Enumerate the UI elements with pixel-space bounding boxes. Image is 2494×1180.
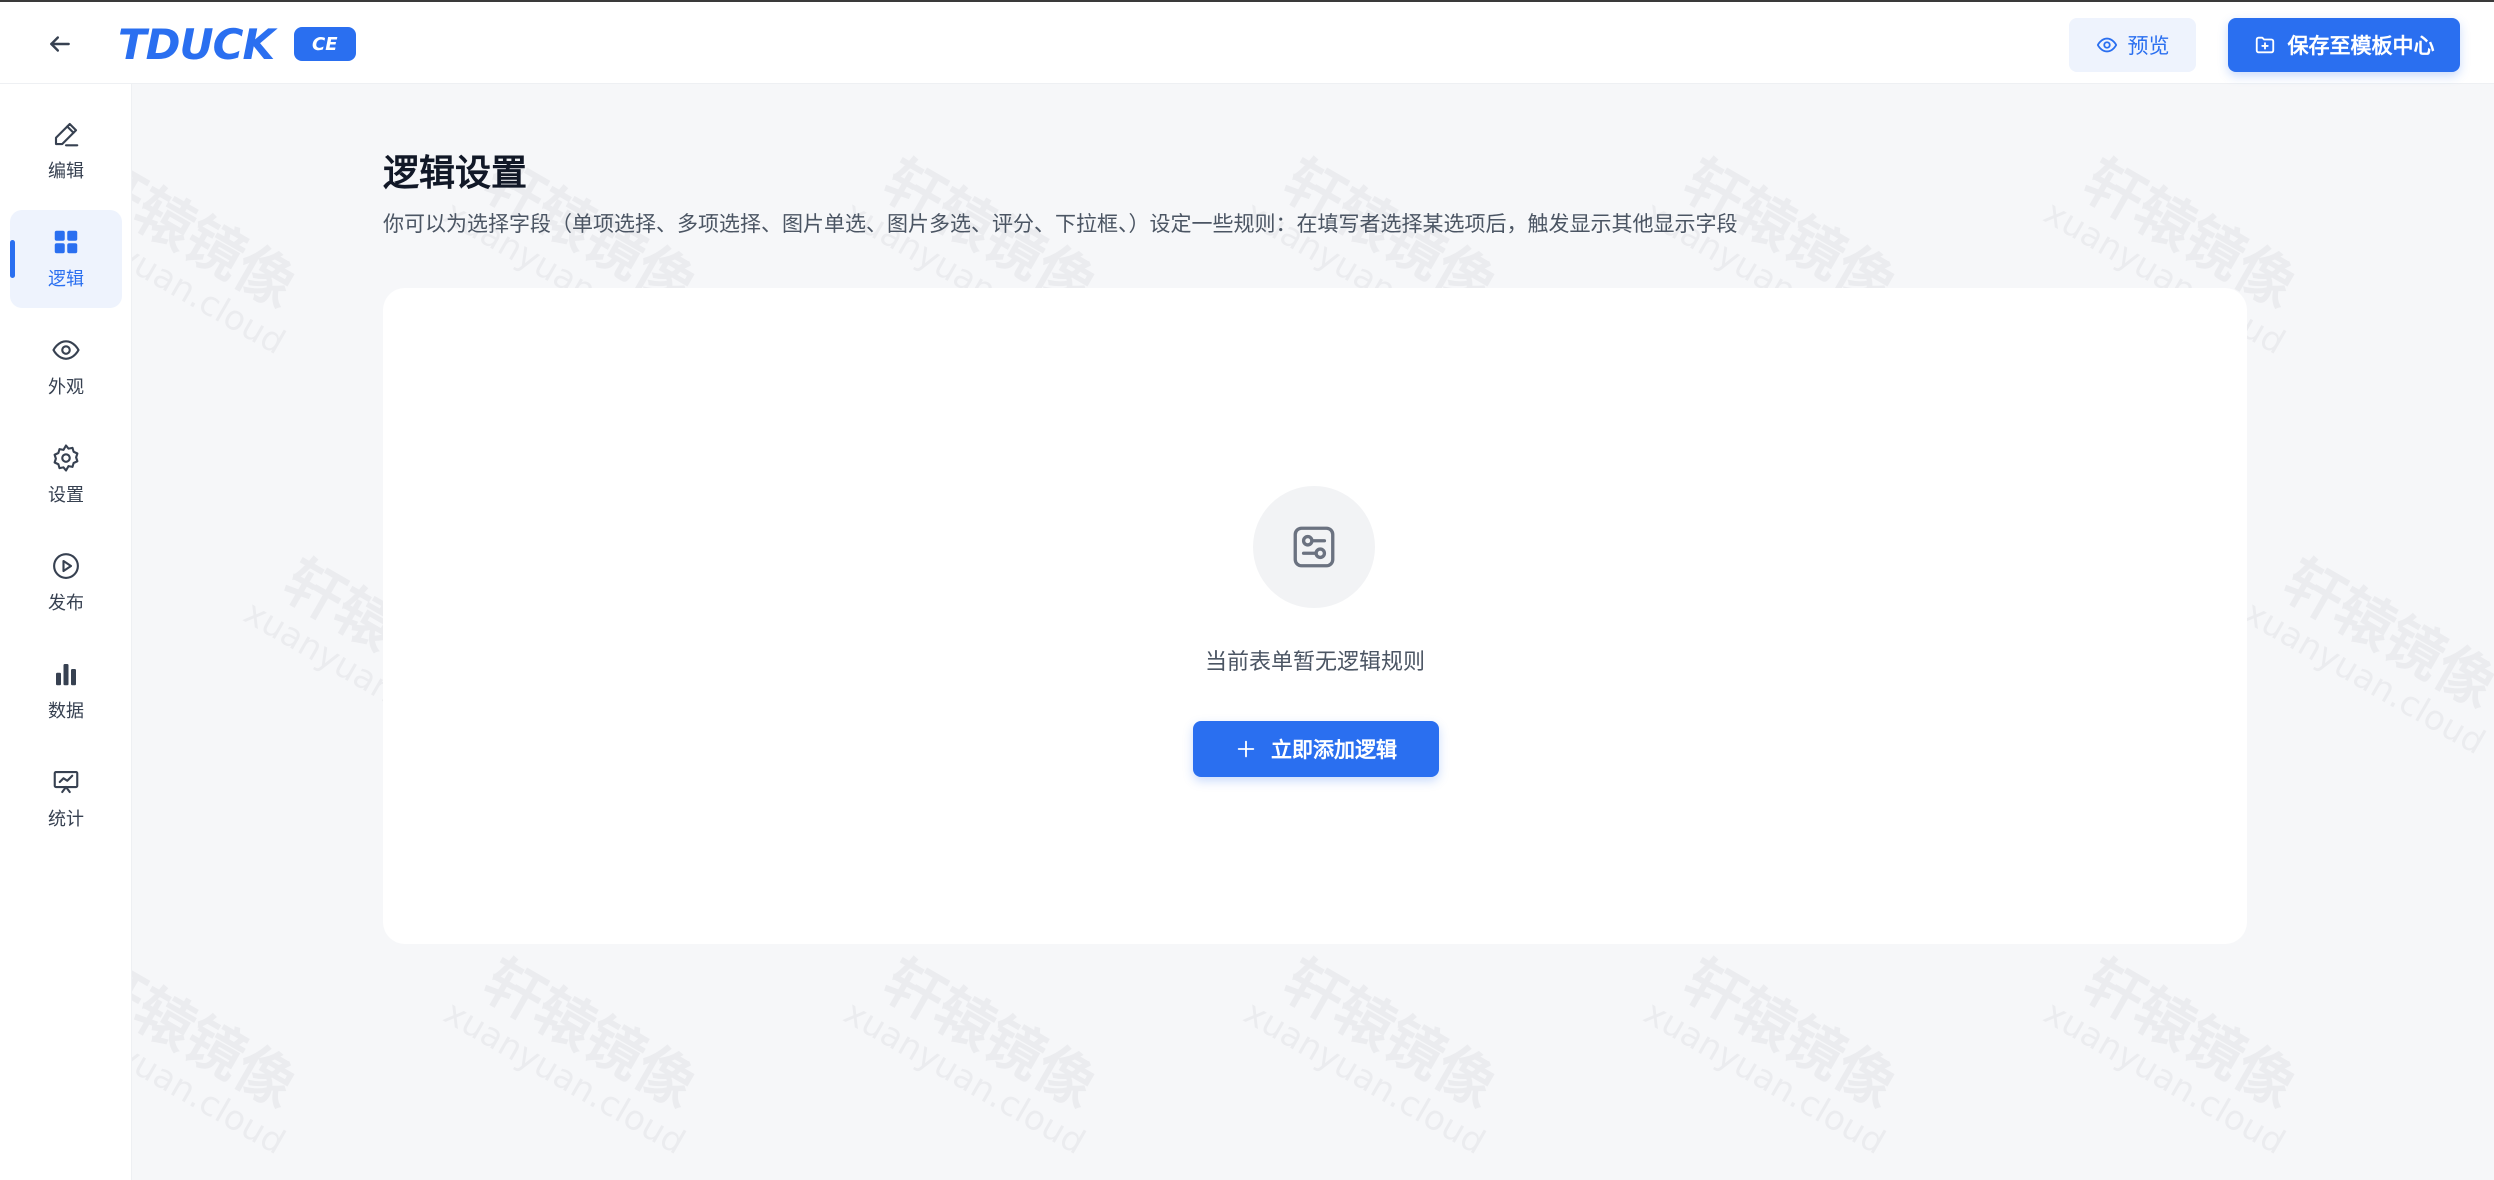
empty-state-icon-wrap [1253, 486, 1375, 608]
page-description: 你可以为选择字段（单项选择、多项选择、图片单选、图片多选、评分、下拉框、）设定一… [383, 212, 1738, 236]
sidebar-item-appearance[interactable]: 外观 [10, 318, 122, 416]
add-logic-label: 立即添加逻辑 [1271, 738, 1397, 762]
sidebar-item-label: 设置 [48, 485, 84, 506]
save-to-template-button[interactable]: 保存至模板中心 [2228, 18, 2460, 72]
plus-icon [1237, 740, 1255, 758]
sidebar-item-edit[interactable]: 编辑 [10, 102, 122, 200]
watermark: 轩辕镜像xuanyuan.cloud [2237, 546, 2494, 763]
presentation-icon [53, 770, 79, 794]
add-logic-button[interactable]: 立即添加逻辑 [1193, 721, 1439, 777]
sidebar-item-statistics[interactable]: 统计 [10, 750, 122, 848]
sidebar-item-logic[interactable]: 逻辑 [10, 210, 122, 308]
gear-icon [53, 444, 79, 472]
watermark: 轩辕镜像xuanyuan.cloud [837, 946, 1108, 1163]
page-title: 逻辑设置 [383, 153, 528, 194]
logic-settings-icon [1293, 526, 1335, 568]
grid-icon [54, 230, 78, 254]
watermark: 轩辕镜像xuanyuan.cloud [1237, 946, 1508, 1163]
sidebar-item-label: 编辑 [48, 161, 84, 182]
eye-icon [2096, 37, 2117, 53]
back-button[interactable] [40, 24, 80, 64]
logo: TDUCK CE [118, 19, 356, 69]
sidebar-item-label: 统计 [48, 809, 84, 830]
top-bar: TDUCK CE 预览 保存至模板中心 [0, 0, 2494, 84]
watermark: 轩辕镜像xuanyuan.cloud [2037, 946, 2308, 1163]
preview-button[interactable]: 预览 [2069, 18, 2196, 72]
bar-chart-icon [56, 664, 76, 686]
empty-state-text: 当前表单暂无逻辑规则 [1204, 650, 1425, 675]
sidebar-item-data[interactable]: 数据 [10, 642, 122, 740]
logo-text: TDUCK [118, 19, 275, 69]
preview-label: 预览 [2127, 34, 2170, 58]
sidebar-item-publish[interactable]: 发布 [10, 534, 122, 632]
watermark: 轩辕镜像xuanyuan.cloud [437, 946, 708, 1163]
sidebar-item-label: 数据 [48, 701, 84, 722]
watermark: 轩辕镜像xuanyuan.cloud [1637, 946, 1908, 1163]
logic-rules-card: 当前表单暂无逻辑规则 立即添加逻辑 [383, 288, 2247, 944]
eye-icon [52, 340, 80, 360]
sidebar-item-settings[interactable]: 设置 [10, 426, 122, 524]
save-label: 保存至模板中心 [2287, 34, 2435, 58]
edit-icon [54, 122, 79, 147]
logo-badge: CE [294, 27, 356, 61]
arrow-left-icon [50, 36, 70, 52]
sidebar: 编辑 逻辑 外观 设置 发布 数据 统计 [0, 84, 132, 1180]
folder-plus-icon [2255, 36, 2274, 54]
sidebar-item-label: 发布 [48, 593, 84, 614]
sidebar-item-label: 外观 [48, 377, 84, 398]
play-circle-icon [53, 553, 79, 579]
sidebar-item-label: 逻辑 [48, 269, 84, 290]
